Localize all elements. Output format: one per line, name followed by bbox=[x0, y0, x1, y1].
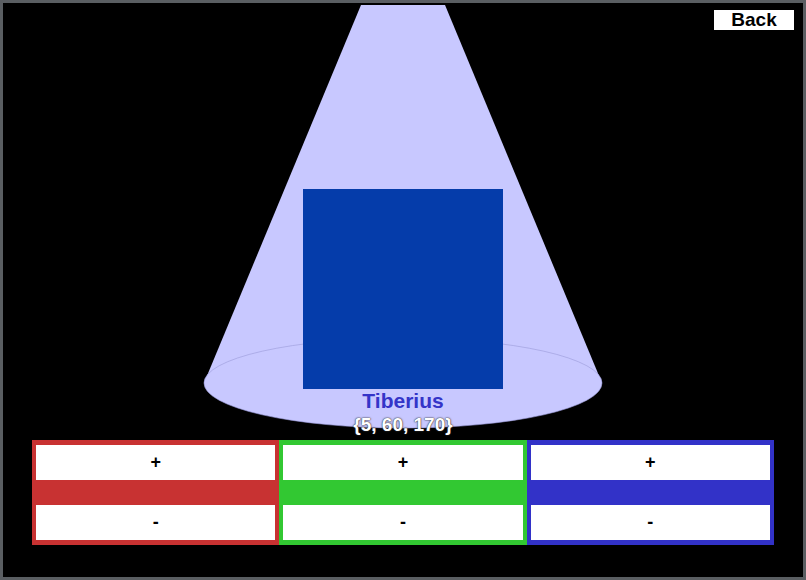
increase-button[interactable]: + bbox=[36, 445, 275, 480]
back-button[interactable]: Back bbox=[714, 10, 794, 30]
color-name: Tiberius bbox=[362, 389, 443, 413]
increase-button[interactable]: + bbox=[531, 445, 770, 480]
channel-panel: +-+-+- bbox=[32, 440, 774, 545]
decrease-button[interactable]: - bbox=[531, 505, 770, 540]
channel-column: +- bbox=[32, 440, 279, 545]
color-swatch bbox=[303, 189, 503, 389]
channel-column: +- bbox=[279, 440, 526, 545]
decrease-button[interactable]: - bbox=[283, 505, 522, 540]
spotlight-stage: Back Tiberius{5, 60, 170} bbox=[3, 3, 803, 437]
channel-column: +- bbox=[527, 440, 774, 545]
color-mixer-screen: BackTiberius{5, 60, 170}+-+-+- bbox=[0, 0, 806, 580]
decrease-button[interactable]: - bbox=[36, 505, 275, 540]
increase-button[interactable]: + bbox=[283, 445, 522, 480]
color-value: {5, 60, 170} bbox=[353, 413, 452, 437]
